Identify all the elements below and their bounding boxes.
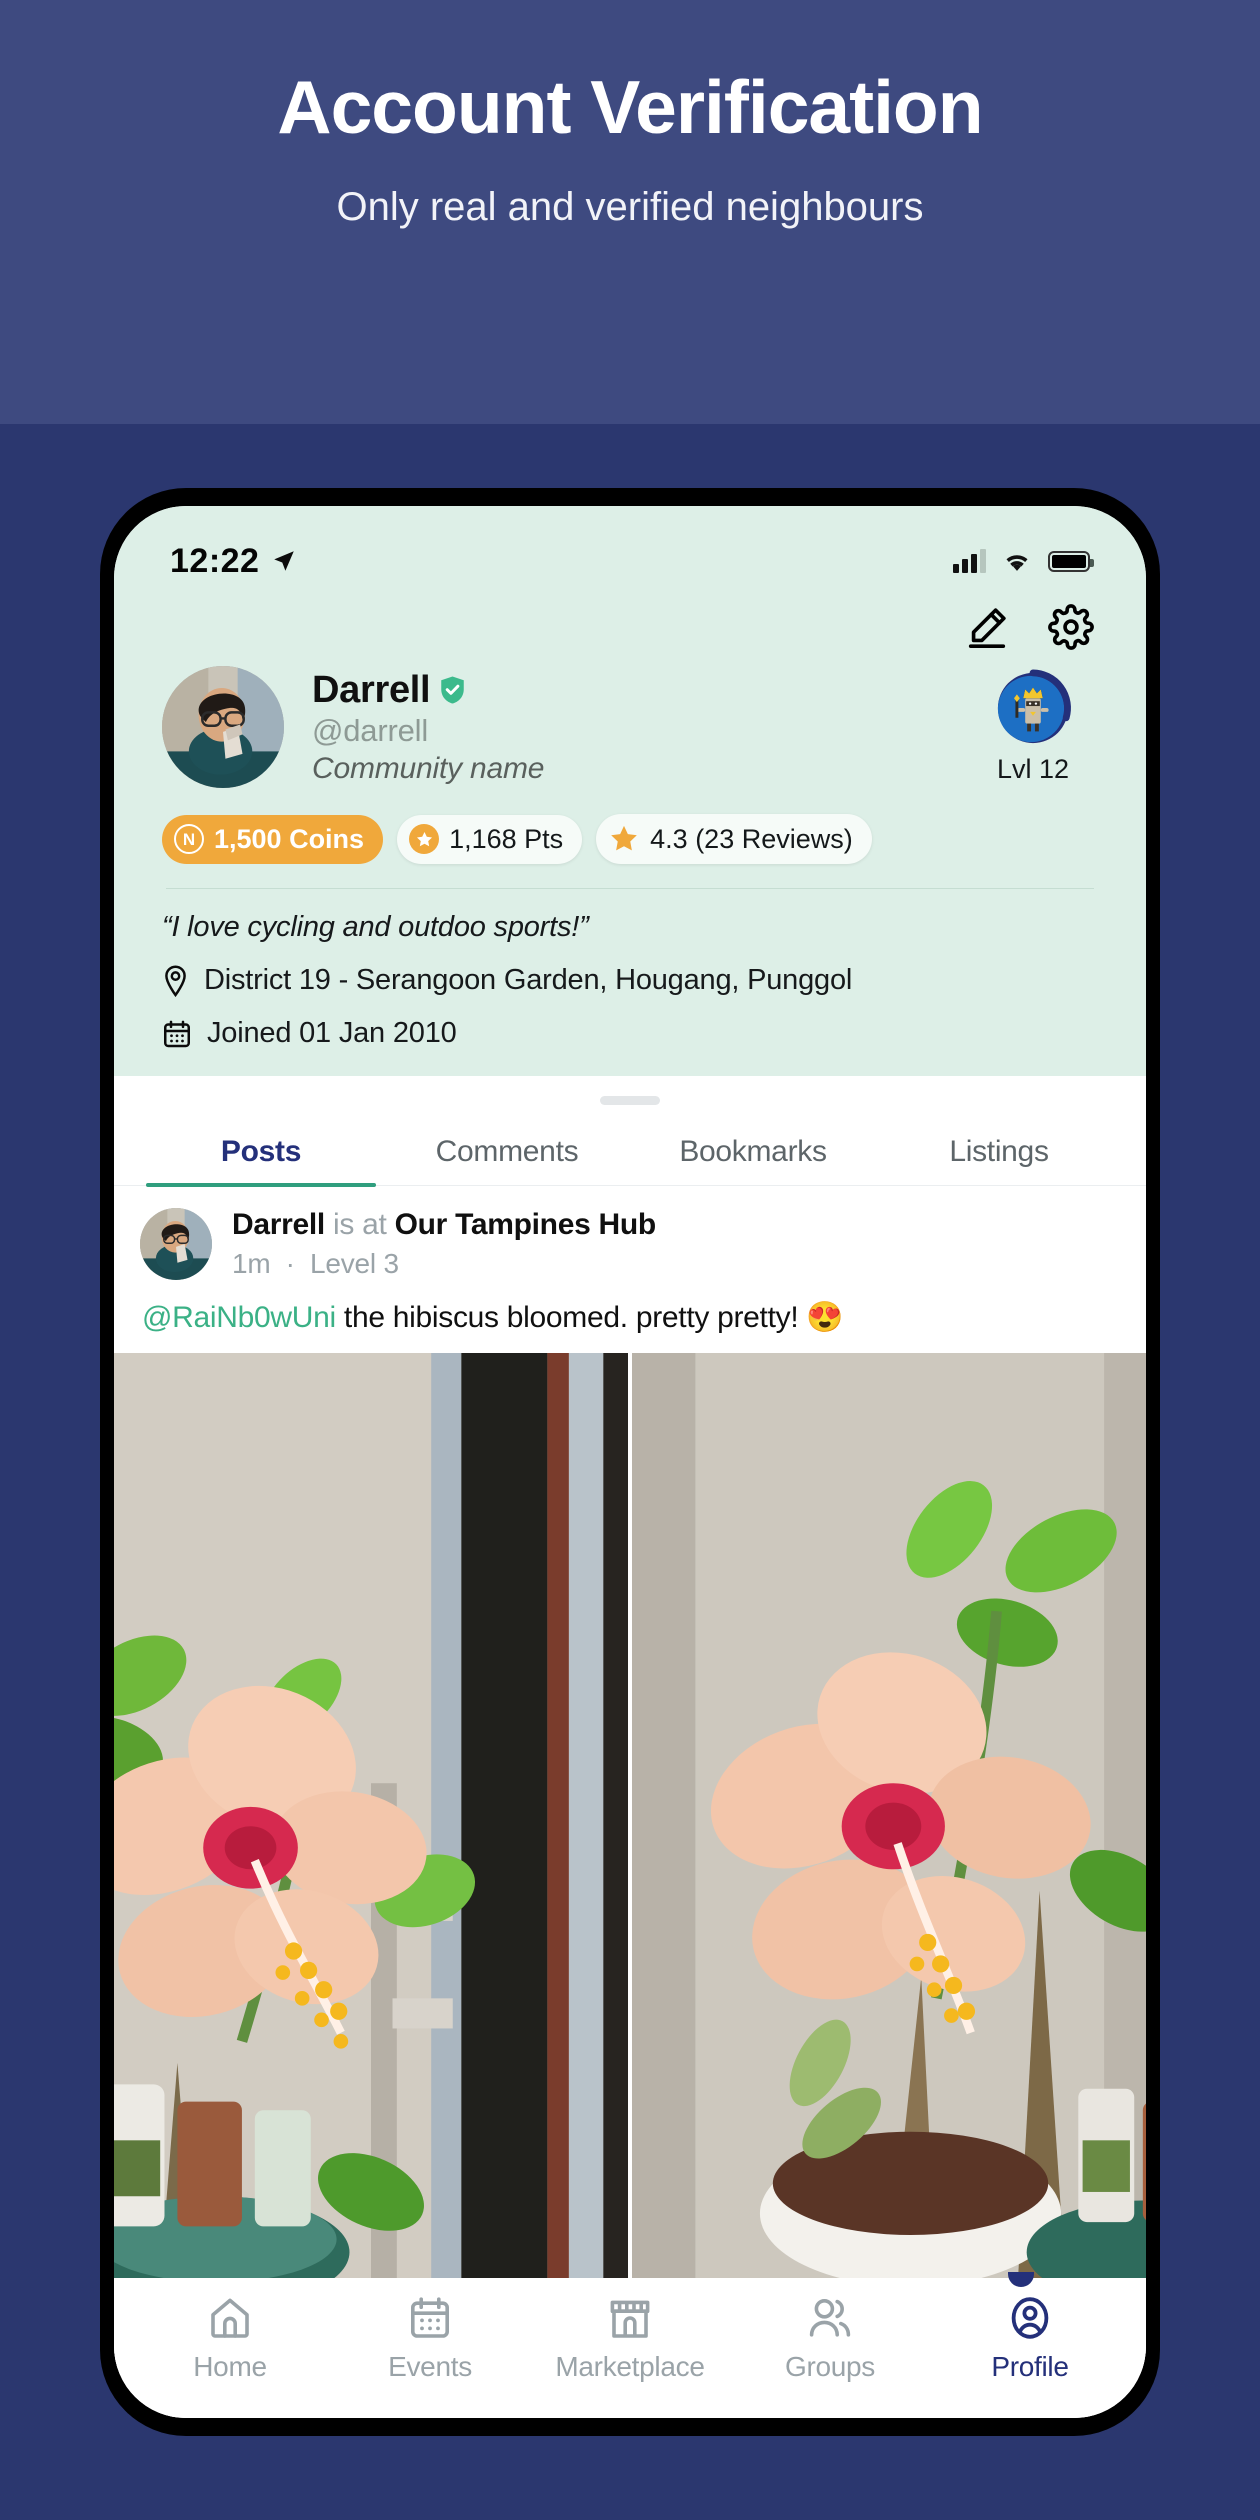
tab-listings[interactable]: Listings — [876, 1125, 1122, 1185]
tab-bookmarks[interactable]: Bookmarks — [630, 1125, 876, 1185]
tab-posts[interactable]: Posts — [138, 1125, 384, 1187]
post-photo-left[interactable] — [114, 1353, 628, 2278]
coins-chip-label: 1,500 Coins — [214, 823, 365, 854]
header-divider — [166, 888, 1094, 889]
promo-subtitle: Only real and verified neighbours — [336, 184, 924, 229]
map-pin-icon — [162, 964, 189, 997]
profile-joined-date: Joined 01 Jan 2010 — [207, 1017, 457, 1049]
profile-bio: “I love cycling and outdoo sports!” — [162, 911, 589, 943]
content-sheet: Posts Comments Bookmarks Listings Darrel… — [114, 1080, 1146, 2418]
profile-location-row: District 19 - Serangoon Garden, Hougang,… — [162, 964, 1098, 997]
status-bar-left: 12:22 — [170, 542, 297, 581]
phone-screen: 12:22 Darrell @darrell Community name Lv… — [114, 506, 1146, 2418]
profile-joined-row: Joined 01 Jan 2010 — [162, 1017, 1098, 1050]
nav-label-events: Events — [388, 2351, 472, 2382]
points-chip-label: 1,168 Pts — [449, 823, 564, 854]
profile-name-line: Darrell — [312, 669, 968, 712]
rating-chip-label: 4.3 (23 Reviews) — [650, 823, 853, 854]
post-meta-line: 1m · Level 3 — [232, 1248, 656, 1280]
phone-mockup: 12:22 Darrell @darrell Community name Lv… — [100, 488, 1160, 2436]
verified-shield-icon — [439, 675, 466, 705]
stats-chip-row: N 1,500 Coins 1,168 Pts 4.3 (23 Reviews) — [162, 814, 1098, 864]
profile-community-name: Community name — [312, 751, 545, 785]
post-connector: is at — [333, 1208, 387, 1241]
coins-chip[interactable]: N 1,500 Coins — [162, 814, 384, 864]
status-time: 12:22 — [170, 541, 260, 580]
nav-item-groups[interactable]: Groups — [740, 2294, 920, 2383]
nav-label-profile: Profile — [991, 2351, 1069, 2382]
promo-banner: Account Verification Only real and verif… — [0, 0, 1260, 424]
nav-item-profile[interactable]: Profile — [940, 2294, 1120, 2383]
nav-item-home[interactable]: Home — [140, 2294, 320, 2383]
post-title-line: Darrell is at Our Tampines Hub — [232, 1208, 656, 1242]
header-action-row — [162, 598, 1098, 660]
profile-location: District 19 - Serangoon Garden, Hougang,… — [204, 964, 853, 996]
star-icon — [608, 823, 640, 855]
post-place[interactable]: Our Tampines Hub — [395, 1208, 657, 1241]
nav-label-groups: Groups — [784, 2351, 876, 2382]
home-icon — [206, 2294, 254, 2342]
calendar-icon — [162, 1019, 192, 1049]
post-photo-grid — [114, 1353, 1146, 2278]
bottom-navigation: Home Events Marketplace Groups Profile — [114, 2272, 1146, 2418]
nav-item-marketplace[interactable]: Marketplace — [540, 2294, 720, 2383]
post-header: Darrell is at Our Tampines Hub 1m · Leve… — [140, 1208, 1120, 1280]
avatar[interactable] — [162, 666, 284, 788]
storefront-icon — [606, 2294, 654, 2342]
cellular-signal-icon — [953, 549, 986, 573]
gear-icon[interactable] — [1048, 604, 1094, 650]
rating-chip[interactable]: 4.3 (23 Reviews) — [596, 814, 872, 864]
king-character-icon — [994, 669, 1072, 747]
person-circle-icon — [1006, 2294, 1054, 2342]
sheet-grabber[interactable] — [600, 1096, 660, 1105]
post-card: Darrell is at Our Tampines Hub 1m · Leve… — [114, 1186, 1146, 1353]
battery-full-icon — [1048, 550, 1094, 572]
post-author-name: Darrell — [232, 1208, 325, 1241]
post-time: 1m — [232, 1248, 271, 1279]
post-body: @RaiNb0wUni the hibiscus bloomed. pretty… — [140, 1300, 1120, 1353]
edit-pencil-icon[interactable] — [964, 604, 1010, 650]
star-circle-icon — [409, 824, 440, 854]
tab-comments[interactable]: Comments — [384, 1125, 630, 1185]
level-badge[interactable]: Lvl 12 — [968, 669, 1098, 785]
promo-title: Account Verification — [277, 65, 983, 149]
post-text: the hibiscus bloomed. pretty pretty! 😍 — [335, 1301, 844, 1334]
status-bar: 12:22 — [114, 506, 1146, 598]
post-meta-separator: · — [285, 1248, 295, 1279]
post-photo-right[interactable] — [632, 1353, 1146, 2278]
profile-header: Darrell @darrell Community name Lvl 12 N… — [114, 598, 1146, 1076]
profile-tabs: Posts Comments Bookmarks Listings — [114, 1125, 1146, 1187]
post-header-text: Darrell is at Our Tampines Hub 1m · Leve… — [232, 1208, 656, 1280]
coin-icon: N — [174, 824, 204, 854]
wifi-icon — [1002, 550, 1032, 573]
profile-identity-row: Darrell @darrell Community name Lvl 12 — [162, 660, 1098, 788]
status-bar-right — [953, 549, 1094, 573]
nav-item-events[interactable]: Events — [340, 2294, 520, 2383]
nav-label-home: Home — [193, 2351, 267, 2382]
people-icon — [806, 2294, 854, 2342]
profile-name-block: Darrell @darrell Community name — [312, 669, 968, 786]
calendar-icon — [406, 2294, 454, 2342]
level-label: Lvl 12 — [996, 754, 1070, 784]
points-chip[interactable]: 1,168 Pts — [397, 814, 583, 864]
page-title: Darrell — [312, 668, 431, 711]
post-level: Level 3 — [309, 1248, 399, 1279]
nav-label-marketplace: Marketplace — [555, 2351, 705, 2382]
location-arrow-icon — [271, 548, 297, 574]
post-mention[interactable]: @RaiNb0wUni — [142, 1301, 336, 1334]
active-tab-indicator — [1008, 2272, 1034, 2287]
profile-handle: @darrell — [312, 712, 429, 748]
post-author-avatar[interactable] — [140, 1208, 212, 1280]
